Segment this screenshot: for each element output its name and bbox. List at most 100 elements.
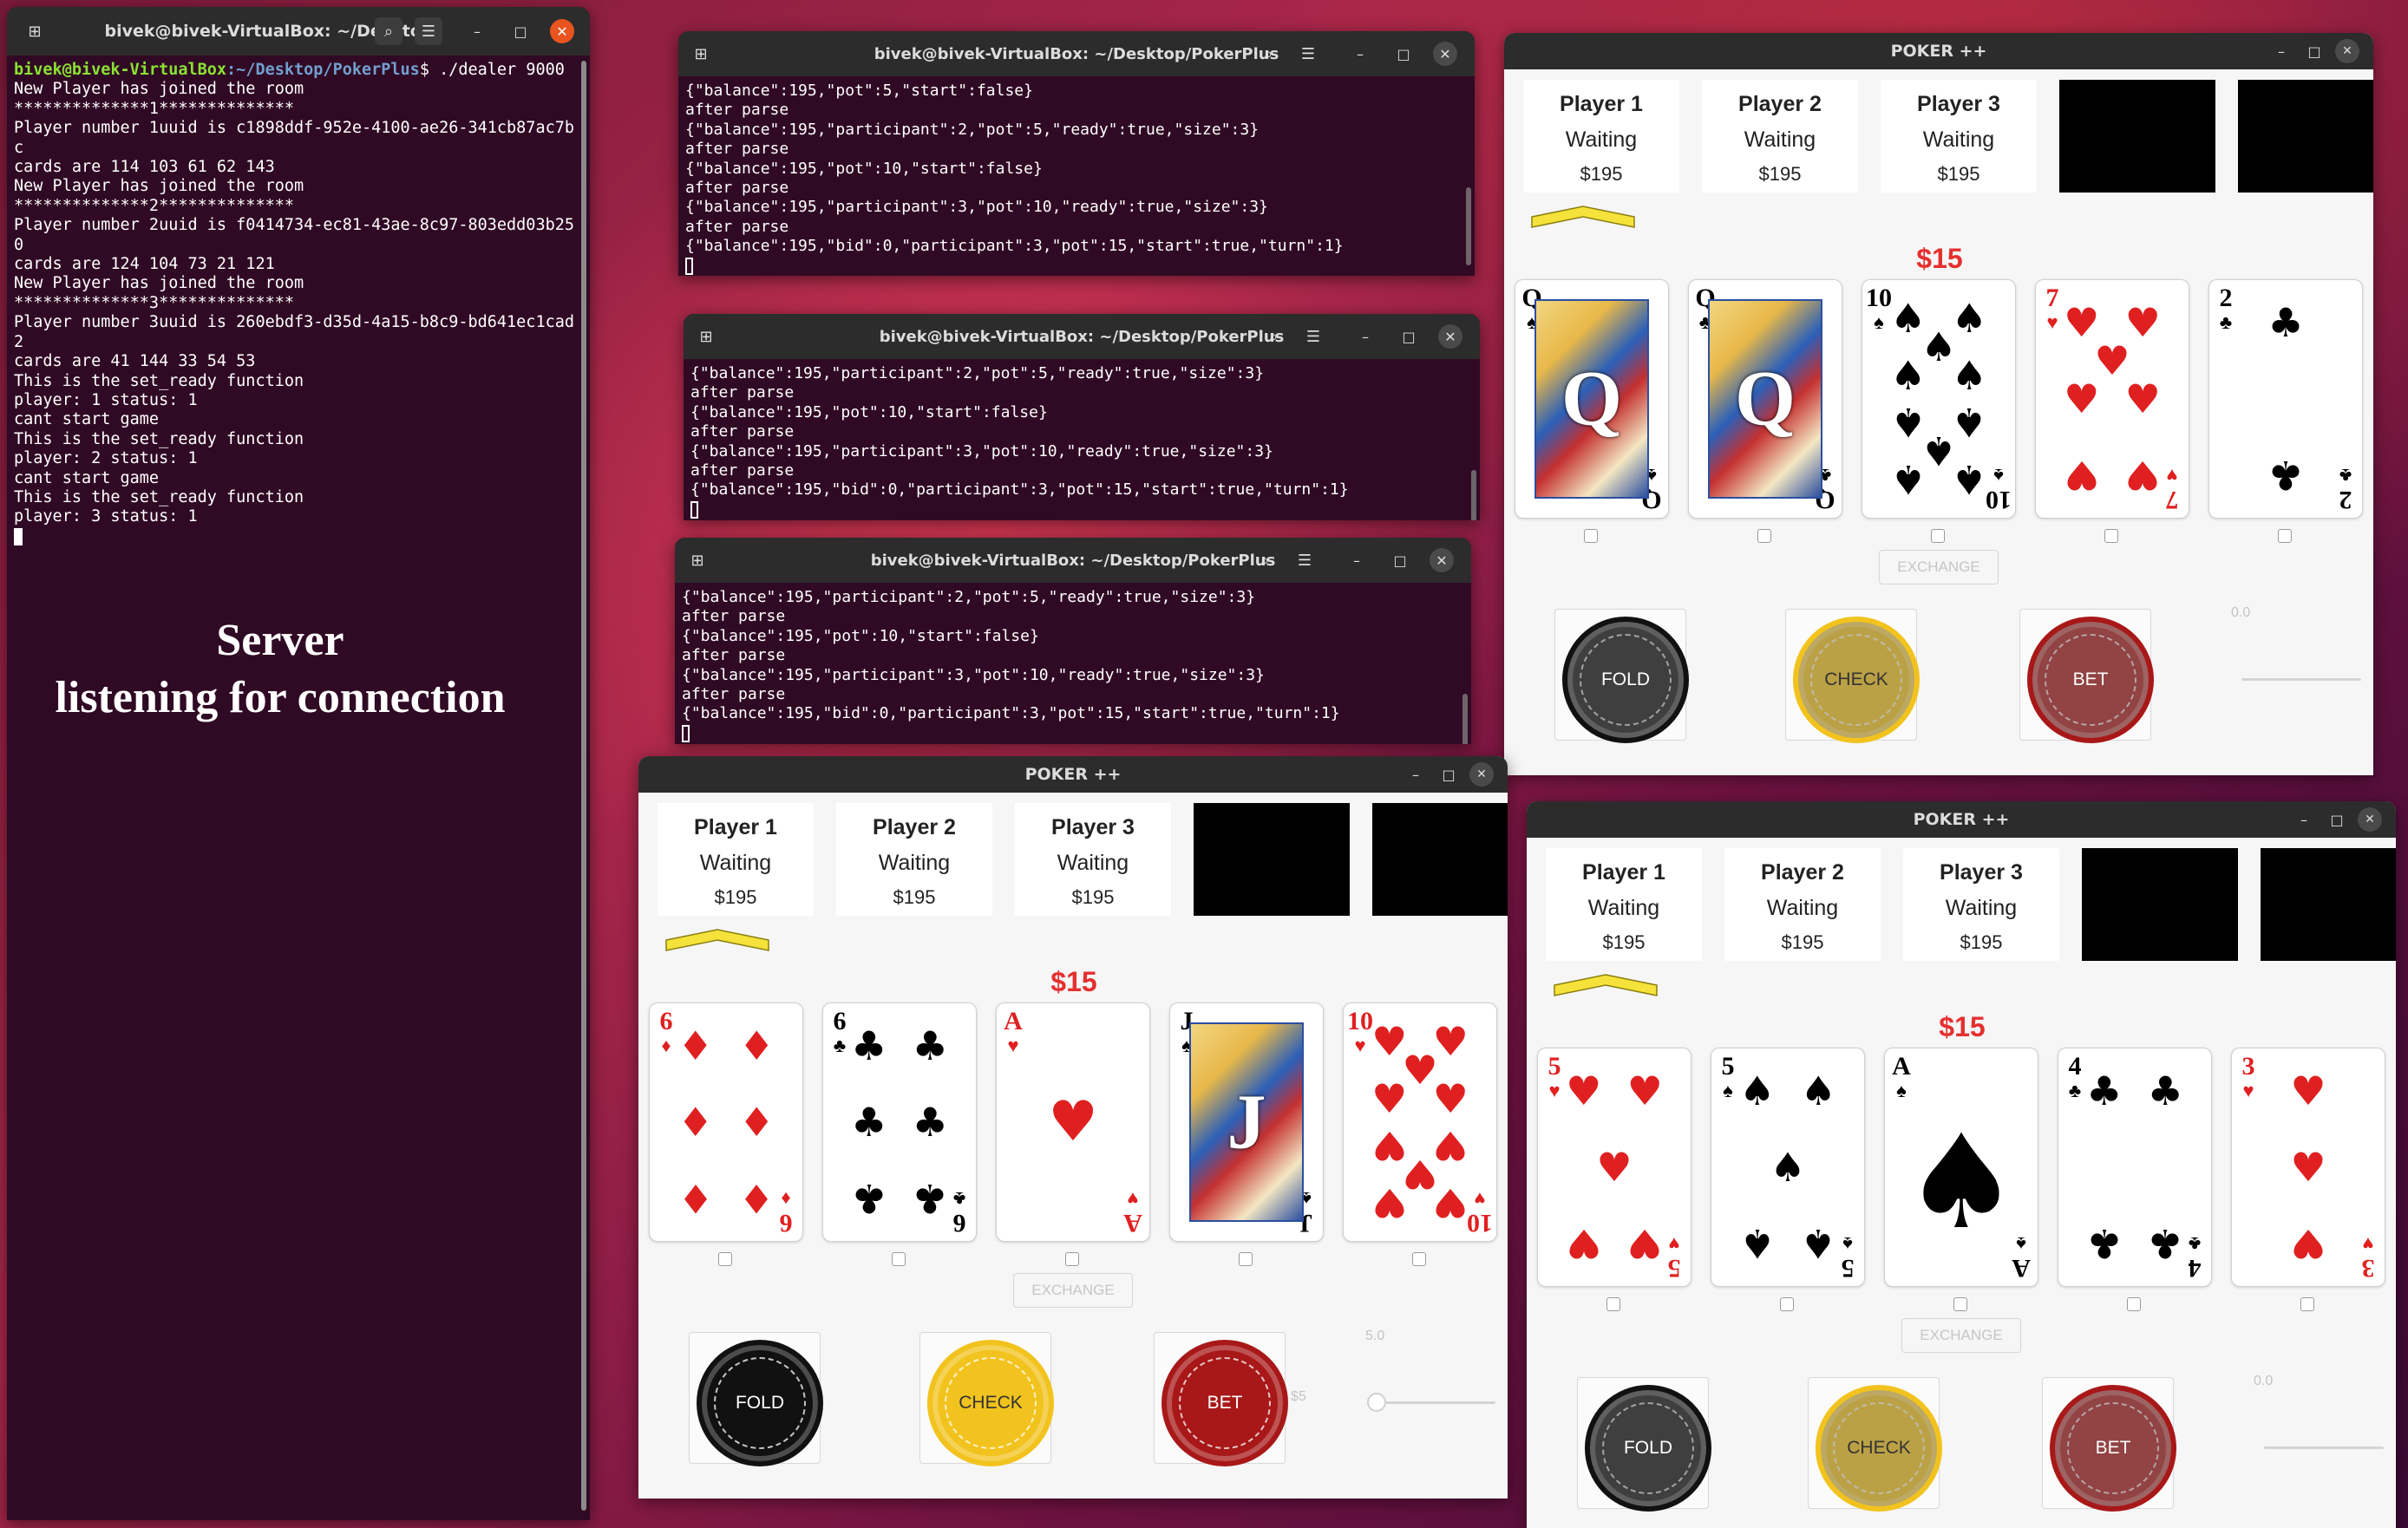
close-icon[interactable]: ✕: [2335, 39, 2359, 63]
playing-card[interactable]: 5 ♥ 5 ♥ ♥ ♥ ♥ ♥ ♥: [1537, 1048, 1691, 1287]
maximize-icon[interactable]: □: [1397, 324, 1421, 349]
check-button[interactable]: CHECK: [1808, 1377, 1942, 1512]
poker-titlebar[interactable]: POKER ++ – □ ✕: [638, 756, 1508, 793]
terminal-scrollbar[interactable]: [1466, 187, 1471, 265]
playing-card[interactable]: 3 ♥ 3 ♥ ♥ ♥ ♥: [2231, 1048, 2385, 1287]
client-terminal-output[interactable]: {"balance":195,"pot":5,"start":false} af…: [678, 76, 1475, 276]
minimize-icon[interactable]: –: [465, 19, 489, 43]
playing-card[interactable]: 7 ♥ 7 ♥ ♥ ♥ ♥ ♥ ♥ ♥ ♥: [2035, 279, 2189, 519]
card-select-checkbox[interactable]: [1953, 1297, 1967, 1311]
search-icon[interactable]: ⌕: [1260, 323, 1287, 350]
search-icon[interactable]: ⌕: [1254, 40, 1282, 68]
playing-card[interactable]: 6 ♣ 6 ♣ ♣ ♣ ♣ ♣ ♣ ♣: [822, 1002, 977, 1242]
minimize-icon[interactable]: –: [1404, 762, 1428, 787]
check-button[interactable]: CHECK: [919, 1332, 1054, 1466]
card-select-checkbox[interactable]: [2127, 1297, 2141, 1311]
terminal-scrollbar[interactable]: [581, 61, 586, 1511]
client-terminal-titlebar[interactable]: ⊞ bivek@bivek-VirtualBox: ~/Desktop/Poke…: [684, 314, 1480, 359]
fold-button[interactable]: FOLD: [1554, 609, 1689, 743]
client-terminal-window-2[interactable]: ⊞ bivek@bivek-VirtualBox: ~/Desktop/Poke…: [684, 314, 1480, 520]
playing-card[interactable]: 10 ♠ 10 ♠ ♠ ♠ ♠ ♠ ♠ ♠ ♠ ♠ ♠ ♠: [1862, 279, 2016, 519]
card-select-checkbox[interactable]: [892, 1252, 906, 1266]
client-terminal-titlebar[interactable]: ⊞ bivek@bivek-VirtualBox: ~/Desktop/Poke…: [678, 31, 1475, 76]
bet-button[interactable]: BET: [2019, 609, 2154, 743]
terminal-scrollbar[interactable]: [1462, 694, 1468, 744]
hamburger-menu-icon[interactable]: ☰: [415, 17, 442, 45]
close-icon[interactable]: ✕: [1430, 548, 1454, 572]
check-button[interactable]: CHECK: [1785, 609, 1920, 743]
bet-slider-track[interactable]: [2264, 1446, 2384, 1449]
minimize-icon[interactable]: –: [2292, 807, 2316, 832]
card-select-checkbox[interactable]: [1239, 1252, 1253, 1266]
close-icon[interactable]: ✕: [1433, 42, 1457, 66]
card-select-checkbox[interactable]: [1606, 1297, 1620, 1311]
minimize-icon[interactable]: –: [2269, 39, 2293, 63]
playing-card[interactable]: 6 ♦ 6 ♦ ♦ ♦ ♦ ♦ ♦ ♦: [649, 1002, 803, 1242]
bet-slider-track[interactable]: [1376, 1401, 1495, 1404]
exchange-button[interactable]: EXCHANGE: [1879, 550, 1999, 584]
maximize-icon[interactable]: □: [1388, 548, 1412, 572]
close-icon[interactable]: ✕: [550, 19, 574, 43]
fold-button[interactable]: FOLD: [1577, 1377, 1711, 1512]
maximize-icon[interactable]: □: [508, 19, 533, 43]
poker-window-top-right[interactable]: POKER ++ – □ ✕ Player 1 Waiting $195 Pla…: [1504, 33, 2373, 775]
close-icon[interactable]: ✕: [1469, 762, 1494, 787]
maximize-icon[interactable]: □: [2325, 807, 2349, 832]
client-terminal-window-1[interactable]: ⊞ bivek@bivek-VirtualBox: ~/Desktop/Poke…: [678, 31, 1475, 276]
hamburger-menu-icon[interactable]: ☰: [1294, 40, 1322, 68]
playing-card[interactable]: A ♥ A ♥ ♥: [996, 1002, 1150, 1242]
close-icon[interactable]: ✕: [1438, 324, 1462, 349]
card-select-checkbox[interactable]: [2300, 1297, 2314, 1311]
new-tab-icon[interactable]: ⊞: [684, 546, 711, 574]
card-select-checkbox[interactable]: [1412, 1252, 1426, 1266]
server-terminal-titlebar[interactable]: ⊞ bivek@bivek-VirtualBox: ~/Deskto... ⌕ …: [7, 7, 590, 56]
hamburger-menu-icon[interactable]: ☰: [1299, 323, 1327, 350]
maximize-icon[interactable]: □: [1391, 42, 1416, 66]
exchange-button[interactable]: EXCHANGE: [1013, 1273, 1133, 1308]
client-terminal-output[interactable]: {"balance":195,"participant":2,"pot":5,"…: [684, 359, 1480, 519]
bet-slider-handle[interactable]: [1367, 1393, 1386, 1412]
playing-card[interactable]: 5 ♠ 5 ♠ ♠ ♠ ♠ ♠ ♠: [1711, 1048, 1865, 1287]
playing-card[interactable]: 10 ♥ 10 ♥ ♥ ♥ ♥ ♥ ♥ ♥ ♥ ♥ ♥ ♥: [1343, 1002, 1497, 1242]
maximize-icon[interactable]: □: [1436, 762, 1461, 787]
close-icon[interactable]: ✕: [2358, 807, 2382, 832]
bet-button[interactable]: BET: [2042, 1377, 2176, 1512]
minimize-icon[interactable]: –: [1345, 548, 1369, 572]
new-tab-icon[interactable]: ⊞: [692, 323, 720, 350]
card-select-checkbox[interactable]: [1757, 529, 1771, 543]
card-select-checkbox[interactable]: [2104, 529, 2118, 543]
playing-card[interactable]: Q ♠ Q ♠ Q: [1515, 279, 1669, 519]
playing-card[interactable]: A ♠ A ♠ ♠: [1884, 1048, 2038, 1287]
poker-window-bottom-right[interactable]: POKER ++ – □ ✕ Player 1 Waiting $195 Pla…: [1527, 801, 2396, 1528]
card-select-checkbox[interactable]: [718, 1252, 732, 1266]
poker-titlebar[interactable]: POKER ++ – □ ✕: [1527, 801, 2396, 838]
card-select-checkbox[interactable]: [2278, 529, 2292, 543]
search-icon[interactable]: ⌕: [1251, 546, 1279, 574]
minimize-icon[interactable]: –: [1348, 42, 1372, 66]
server-terminal-window[interactable]: ⊞ bivek@bivek-VirtualBox: ~/Deskto... ⌕ …: [7, 7, 590, 1520]
search-icon[interactable]: ⌕: [375, 17, 402, 45]
poker-window-center[interactable]: POKER ++ – □ ✕ Player 1 Waiting $195 Pla…: [638, 756, 1508, 1499]
poker-titlebar[interactable]: POKER ++ – □ ✕: [1504, 33, 2373, 69]
playing-card[interactable]: Q ♣ Q ♣ Q: [1688, 279, 1842, 519]
new-tab-icon[interactable]: ⊞: [21, 17, 49, 45]
server-terminal-output[interactable]: bivek@bivek-VirtualBox:~/Desktop/PokerPl…: [7, 56, 590, 546]
maximize-icon[interactable]: □: [2302, 39, 2326, 63]
card-select-checkbox[interactable]: [1065, 1252, 1079, 1266]
hamburger-menu-icon[interactable]: ☰: [1291, 546, 1319, 574]
bet-button[interactable]: BET: [1154, 1332, 1288, 1466]
card-select-checkbox[interactable]: [1931, 529, 1945, 543]
exchange-button[interactable]: EXCHANGE: [1901, 1318, 2021, 1353]
playing-card[interactable]: 2 ♣ 2 ♣ ♣ ♣: [2208, 279, 2363, 519]
bet-slider-track[interactable]: [2241, 678, 2361, 681]
minimize-icon[interactable]: –: [1353, 324, 1377, 349]
client-terminal-output[interactable]: {"balance":195,"participant":2,"pot":5,"…: [675, 583, 1471, 743]
card-select-checkbox[interactable]: [1780, 1297, 1794, 1311]
new-tab-icon[interactable]: ⊞: [687, 40, 715, 68]
terminal-scrollbar[interactable]: [1471, 470, 1476, 520]
playing-card[interactable]: 4 ♣ 4 ♣ ♣ ♣ ♣ ♣: [2058, 1048, 2212, 1287]
fold-button[interactable]: FOLD: [689, 1332, 823, 1466]
client-terminal-window-3[interactable]: ⊞ bivek@bivek-VirtualBox: ~/Desktop/Poke…: [675, 538, 1471, 744]
playing-card[interactable]: J ♠ J ♠ J: [1169, 1002, 1324, 1242]
card-select-checkbox[interactable]: [1584, 529, 1598, 543]
